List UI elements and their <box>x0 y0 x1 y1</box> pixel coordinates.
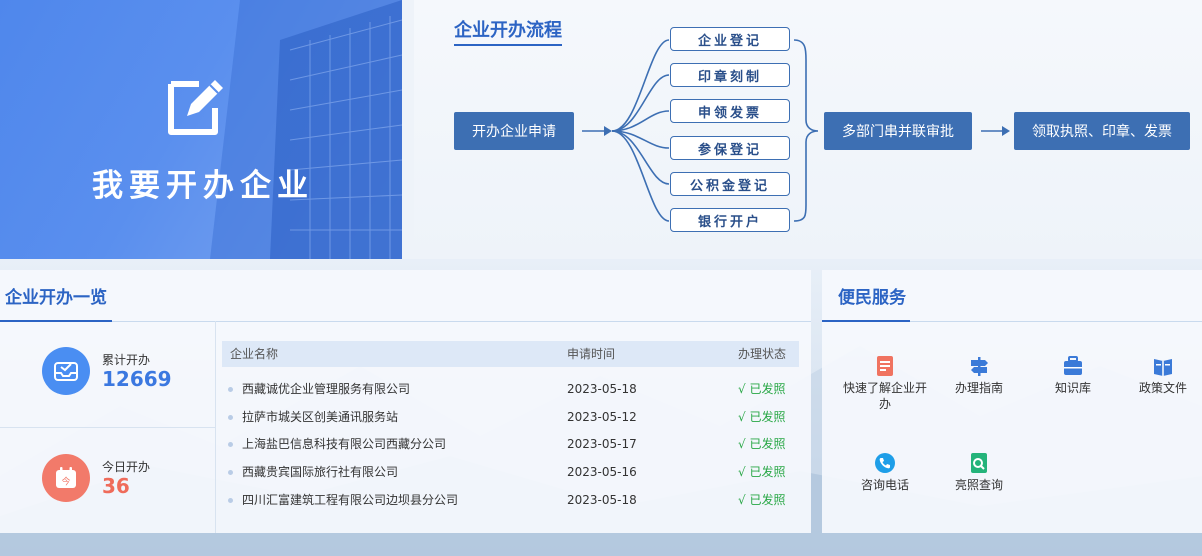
service-quick-guide[interactable]: 快速了解企业开办 <box>840 355 930 412</box>
flow-start-box: 开办企业申请 <box>454 112 574 150</box>
document-icon <box>877 356 893 376</box>
status-badge: √ 已发照 <box>738 493 786 507</box>
table-row[interactable]: 西藏贵宾国际旅行社有限公司 2023-05-16 √ 已发照 <box>222 459 799 485</box>
company-name: 西藏贵宾国际旅行社有限公司 <box>242 465 399 479</box>
book-icon <box>1154 359 1172 376</box>
toolbox-icon <box>1064 356 1082 375</box>
building-graphic <box>210 0 402 259</box>
col-apply-date: 申请时间 <box>567 347 616 361</box>
today-value: 36 <box>102 474 130 498</box>
apply-date: 2023-05-18 <box>567 493 637 507</box>
svg-text:今: 今 <box>61 476 70 488</box>
apply-date: 2023-05-12 <box>567 410 637 424</box>
pen-edit-icon <box>168 80 223 135</box>
total-label: 累计开办 <box>102 353 151 367</box>
service-hotline[interactable]: 咨询电话 <box>840 452 930 493</box>
status-badge: √ 已发照 <box>738 382 786 396</box>
business-flow-panel: 企业开办流程 开办企业申请 企业登记 印章刻制 申领发票 参保登记 公积金登记 … <box>414 0 1202 259</box>
service-policy-docs[interactable]: 政策文件 <box>1118 355 1202 396</box>
flow-step-box: 参保登记 <box>670 136 790 160</box>
status-badge: √ 已发照 <box>738 465 786 479</box>
flow-step-box: 银行开户 <box>670 208 790 232</box>
table-row[interactable]: 四川汇富建筑工程有限公司边坝县分公司 2023-05-18 √ 已发照 <box>222 487 799 513</box>
title-underline <box>822 320 910 322</box>
company-name: 西藏诚优企业管理服务有限公司 <box>242 382 411 396</box>
company-name: 上海盐巴信息科技有限公司西藏分公司 <box>242 437 447 451</box>
table-row[interactable]: 拉萨市城关区创美通讯服务站 2023-05-12 √ 已发照 <box>222 404 799 430</box>
company-name: 四川汇富建筑工程有限公司边坝县分公司 <box>242 493 459 507</box>
today-label: 今日开办 <box>102 460 151 474</box>
apply-date: 2023-05-16 <box>567 465 637 479</box>
bullet-dot <box>228 470 233 475</box>
apply-date: 2023-05-17 <box>567 437 637 451</box>
services-title: 便民服务 <box>838 288 906 308</box>
convenience-services-panel: 便民服务 快速了解企业开办 办理指南 知识库 政策文件 咨询电话 亮照查询 <box>822 270 1202 533</box>
service-label: 快速了解企业开办 <box>842 381 927 411</box>
total-value: 12669 <box>102 367 172 391</box>
service-handling-guide[interactable]: 办理指南 <box>934 355 1024 396</box>
bullet-dot <box>228 498 233 503</box>
service-label: 咨询电话 <box>860 478 909 492</box>
total-opened-stat: 累计开办 12669 <box>0 321 215 425</box>
service-label: 办理指南 <box>954 381 1003 395</box>
col-status: 办理状态 <box>738 347 787 361</box>
flow-result-box: 领取执照、印章、发票 <box>1014 112 1190 150</box>
flow-review-box: 多部门串并联审批 <box>824 112 972 150</box>
overview-header: 企业开办一览 <box>0 270 811 322</box>
service-knowledge-base[interactable]: 知识库 <box>1028 355 1118 396</box>
col-company-name: 企业名称 <box>230 347 279 361</box>
service-license-lookup[interactable]: 亮照查询 <box>934 452 1024 493</box>
bullet-dot <box>228 387 233 392</box>
table-header: 企业名称 申请时间 办理状态 <box>222 341 799 367</box>
service-label: 知识库 <box>1054 381 1091 395</box>
bullet-dot <box>228 442 233 447</box>
signpost-icon <box>971 357 988 376</box>
services-header: 便民服务 <box>822 270 1202 322</box>
banner-divider <box>402 0 414 259</box>
company-name: 拉萨市城关区创美通讯服务站 <box>242 410 399 424</box>
service-label: 政策文件 <box>1138 381 1187 395</box>
flow-step-box: 公积金登记 <box>670 172 790 196</box>
status-badge: √ 已发照 <box>738 437 786 451</box>
column-divider <box>215 321 216 533</box>
flow-step-box: 印章刻制 <box>670 63 790 87</box>
phone-icon <box>875 453 895 473</box>
flow-step-box: 企业登记 <box>670 27 790 51</box>
license-search-icon <box>971 453 987 473</box>
status-badge: √ 已发照 <box>738 410 786 424</box>
today-opened-stat: 今 今日开办 36 <box>0 428 215 532</box>
calendar-today-icon: 今 <box>42 454 90 502</box>
service-label: 亮照查询 <box>954 478 1003 492</box>
table-row[interactable]: 上海盐巴信息科技有限公司西藏分公司 2023-05-17 √ 已发照 <box>222 431 799 457</box>
overview-title: 企业开办一览 <box>5 288 107 308</box>
apply-date: 2023-05-18 <box>567 382 637 396</box>
table-row[interactable]: 西藏诚优企业管理服务有限公司 2023-05-18 √ 已发照 <box>222 376 799 402</box>
business-overview-panel: 企业开办一览 累计开办 12669 今 今日开办 36 企业名称 申请时间 办理… <box>0 270 811 533</box>
banner-title: 我要开办企业 <box>92 168 314 204</box>
flow-step-box: 申领发票 <box>670 99 790 123</box>
open-business-banner[interactable]: 我要开办企业 <box>0 0 402 259</box>
inbox-check-icon <box>42 347 90 395</box>
bullet-dot <box>228 415 233 420</box>
